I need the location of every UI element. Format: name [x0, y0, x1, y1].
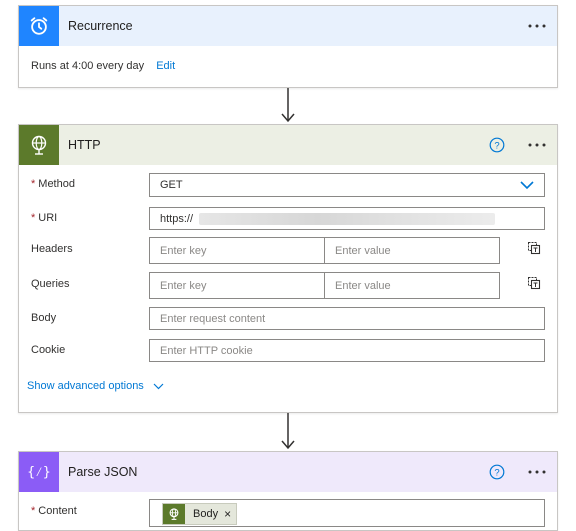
- connector-arrow-1: [281, 88, 295, 123]
- help-icon: ?: [489, 464, 505, 480]
- more-options-icon: [528, 470, 546, 474]
- recurrence-edit-link[interactable]: Edit: [156, 60, 175, 72]
- http-icon-tile: [19, 125, 59, 165]
- body-label: Body: [31, 312, 57, 324]
- recurrence-title: Recurrence: [68, 19, 133, 33]
- recurrence-summary-row: Runs at 4:00 every day Edit: [31, 60, 175, 72]
- recurrence-summary: Runs at 4:00 every day: [31, 60, 145, 72]
- headers-label: Headers: [31, 243, 73, 255]
- body-token[interactable]: Body ×: [162, 503, 238, 525]
- http-title: HTTP: [68, 138, 101, 152]
- parse-json-icon-tile: {⁄}: [19, 452, 59, 492]
- headers-key-input[interactable]: Enter key: [149, 237, 325, 264]
- headers-value-input[interactable]: Enter value: [324, 237, 500, 264]
- globe-icon: [31, 135, 47, 155]
- json-braces-icon: {⁄}: [27, 464, 51, 480]
- http-card[interactable]: HTTP ? * Method GET * URI https:// Headers…: [18, 124, 558, 413]
- queries-key-input[interactable]: Enter key: [149, 272, 325, 299]
- more-options-icon: [528, 24, 546, 28]
- chevron-down-icon: [520, 181, 534, 190]
- cookie-label: Cookie: [31, 344, 66, 356]
- recurrence-header[interactable]: Recurrence: [19, 6, 557, 46]
- method-value: GET: [160, 179, 183, 191]
- recurrence-icon-tile: [19, 6, 59, 46]
- alarm-clock-icon: [30, 17, 48, 35]
- required-mark: *: [31, 212, 36, 224]
- uri-input[interactable]: https://: [149, 207, 545, 230]
- recurrence-more-button[interactable]: [525, 15, 549, 37]
- token-icon-tile: [163, 504, 185, 524]
- parse-json-help-button[interactable]: ?: [489, 464, 505, 480]
- parse-json-more-button[interactable]: [525, 461, 549, 483]
- switch-to-text-mode-icon[interactable]: [527, 241, 541, 255]
- token-label: Body: [193, 508, 219, 520]
- queries-label: Queries: [31, 278, 70, 290]
- parse-json-header[interactable]: {⁄} Parse JSON ?: [19, 452, 557, 492]
- svg-text:?: ?: [494, 141, 499, 152]
- http-header[interactable]: HTTP ?: [19, 125, 557, 165]
- parse-json-card[interactable]: {⁄} Parse JSON ? * Content Body ×: [18, 451, 558, 531]
- more-options-icon: [528, 143, 546, 147]
- http-help-button[interactable]: ?: [489, 137, 505, 153]
- svg-text:?: ?: [494, 468, 499, 479]
- uri-label-text: URI: [38, 212, 58, 224]
- chevron-down-icon: [153, 383, 164, 389]
- content-input[interactable]: Body ×: [149, 499, 545, 527]
- method-dropdown[interactable]: GET: [149, 173, 545, 197]
- globe-icon: [169, 508, 179, 520]
- http-more-button[interactable]: [525, 134, 549, 156]
- method-label-text: Method: [38, 178, 75, 190]
- switch-to-text-mode-icon[interactable]: [527, 276, 541, 290]
- show-advanced-options[interactable]: Show advanced options: [27, 380, 164, 392]
- uri-value: https://: [160, 212, 194, 225]
- parse-json-title: Parse JSON: [68, 465, 138, 479]
- help-icon: ?: [489, 137, 505, 153]
- body-input[interactable]: Enter request content: [149, 307, 545, 330]
- required-mark: *: [31, 178, 36, 190]
- content-label: * Content: [31, 505, 77, 517]
- show-advanced-label: Show advanced options: [27, 380, 144, 392]
- recurrence-card[interactable]: Recurrence Runs at 4:00 every day Edit: [18, 5, 558, 88]
- connector-arrow-2: [281, 413, 295, 450]
- queries-value-input[interactable]: Enter value: [324, 272, 500, 299]
- remove-token-icon[interactable]: ×: [222, 504, 236, 524]
- method-label: * Method: [31, 178, 75, 190]
- uri-label: * URI: [31, 212, 57, 224]
- cookie-input[interactable]: Enter HTTP cookie: [149, 339, 545, 362]
- redacted-url: [199, 212, 496, 225]
- content-label-text: Content: [38, 505, 77, 517]
- required-mark: *: [31, 505, 36, 517]
